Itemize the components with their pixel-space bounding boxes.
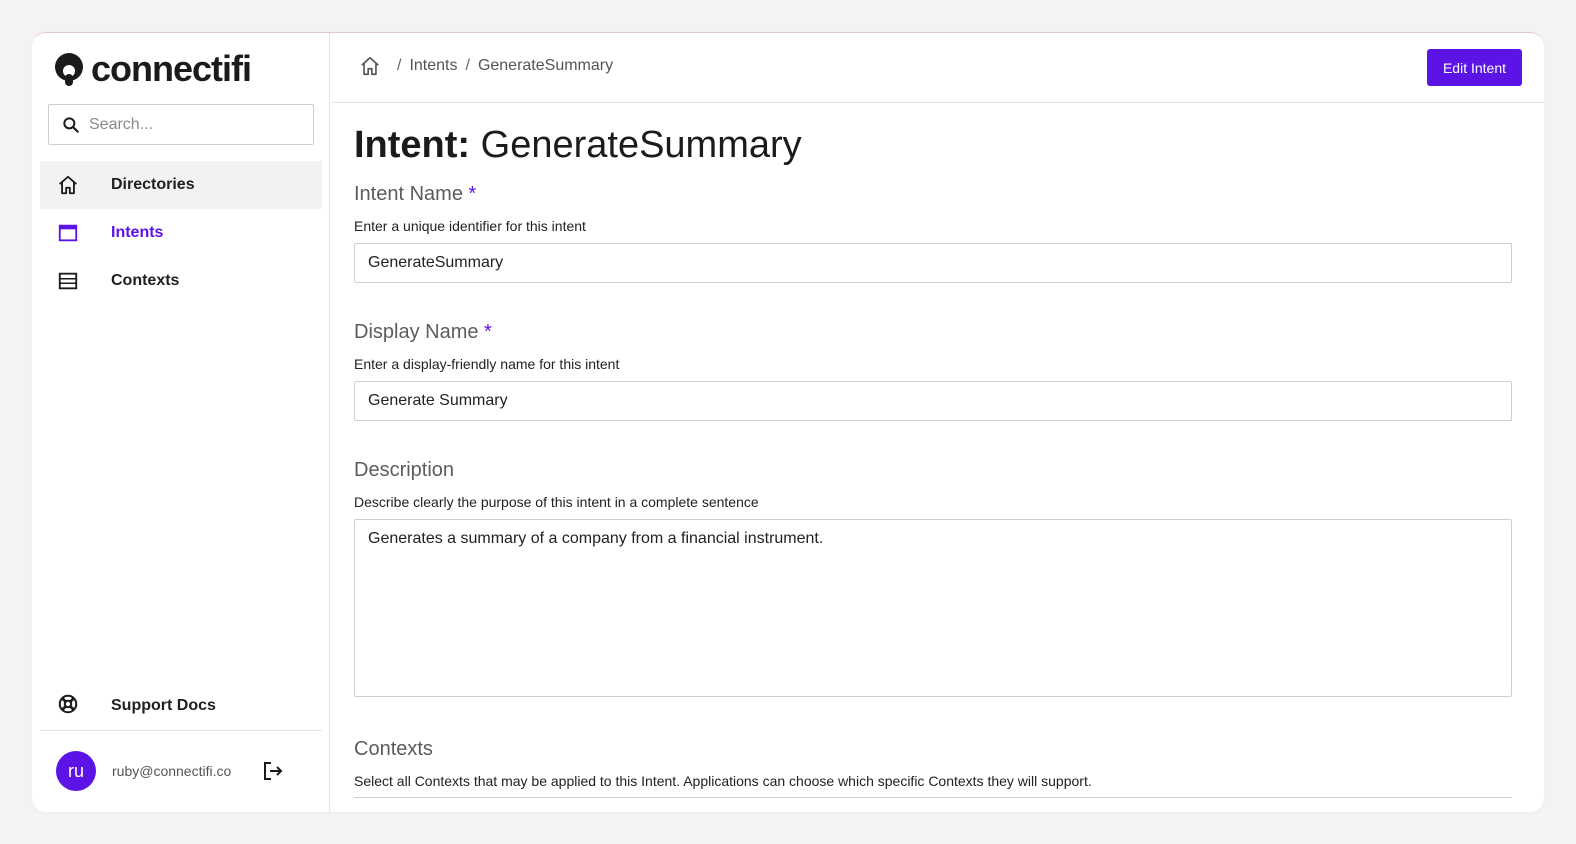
- page-title: Intent: GenerateSummary: [354, 123, 1512, 169]
- sidebar-item-directories[interactable]: Directories: [40, 161, 322, 209]
- field-help: Select all Contexts that may be applied …: [354, 772, 1092, 789]
- sidebar-divider: [40, 730, 322, 731]
- page-title-value: GenerateSummary: [480, 124, 802, 166]
- field-help: Enter a display-friendly name for this i…: [354, 355, 620, 372]
- home-icon: [57, 174, 79, 196]
- breadcrumb-separator: /: [397, 57, 402, 74]
- search-box[interactable]: [48, 104, 314, 145]
- breadcrumb-item-intents[interactable]: Intents: [409, 57, 457, 75]
- intent-name-field: Intent Name * Enter a unique identifier …: [354, 183, 1512, 283]
- logout-icon[interactable]: [261, 759, 285, 783]
- field-label: Display Name *: [354, 321, 1512, 344]
- display-name-label: Display Name: [354, 320, 479, 343]
- required-marker: *: [484, 320, 492, 343]
- contexts-field: Contexts Select all Contexts that may be…: [354, 738, 1512, 799]
- contexts-select[interactable]: [354, 796, 1512, 799]
- intent-name-label: Intent Name: [354, 182, 463, 205]
- breadcrumb: / Intents / GenerateSummary: [359, 55, 613, 77]
- page-title-prefix: Intent:: [354, 124, 471, 166]
- description-field: Description Describe clearly the purpose…: [354, 459, 1512, 702]
- app-window: connectifi Directories Intents: [32, 32, 1544, 812]
- connectifi-logo-icon: [55, 53, 83, 86]
- description-label: Description: [354, 458, 455, 481]
- lifebuoy-icon: [57, 693, 79, 720]
- user-section: ru ruby@connectifi.co: [56, 751, 285, 791]
- support-docs-link[interactable]: Support Docs: [40, 683, 322, 729]
- intent-name-input[interactable]: [354, 242, 1512, 283]
- field-help: Enter a unique identifier for this inten…: [354, 217, 586, 234]
- home-icon[interactable]: [359, 55, 381, 77]
- edit-intent-button[interactable]: Edit Intent: [1426, 49, 1522, 86]
- search-icon: [63, 116, 79, 133]
- display-name-input[interactable]: [354, 380, 1512, 421]
- window-icon: [57, 222, 79, 244]
- brand-name: connectifi: [91, 48, 252, 89]
- breadcrumb-separator: /: [465, 57, 470, 74]
- support-docs-label: Support Docs: [111, 697, 216, 714]
- sidebar-item-intents[interactable]: Intents: [40, 209, 322, 257]
- contexts-label: Contexts: [354, 737, 433, 760]
- sidebar-item-label: Intents: [111, 224, 164, 241]
- description-textarea[interactable]: Generates a summary of a company from a …: [354, 518, 1512, 697]
- list-icon: [57, 270, 79, 292]
- display-name-field: Display Name * Enter a display-friendly …: [354, 321, 1512, 421]
- breadcrumb-item-current: GenerateSummary: [477, 57, 614, 74]
- field-label: Intent Name *: [354, 183, 1512, 206]
- sidebar-item-label: Contexts: [111, 272, 180, 289]
- sidebar: connectifi Directories Intents: [32, 33, 330, 812]
- sidebar-item-contexts[interactable]: Contexts: [40, 257, 322, 305]
- required-marker: *: [468, 182, 477, 205]
- top-bar: / Intents / GenerateSummary Edit Intent: [331, 33, 1544, 103]
- intent-form: Intent: GenerateSummary Intent Name * En…: [354, 123, 1512, 799]
- sidebar-nav: Directories Intents Contexts: [40, 161, 322, 305]
- logo[interactable]: connectifi: [53, 48, 252, 89]
- main-content: / Intents / GenerateSummary Edit Intent …: [331, 33, 1544, 812]
- user-email: ruby@connectifi.co: [112, 763, 232, 779]
- sidebar-item-label: Directories: [111, 176, 195, 193]
- avatar[interactable]: ru: [56, 751, 96, 791]
- search-input[interactable]: [89, 115, 309, 134]
- field-help: Describe clearly the purpose of this int…: [354, 493, 759, 510]
